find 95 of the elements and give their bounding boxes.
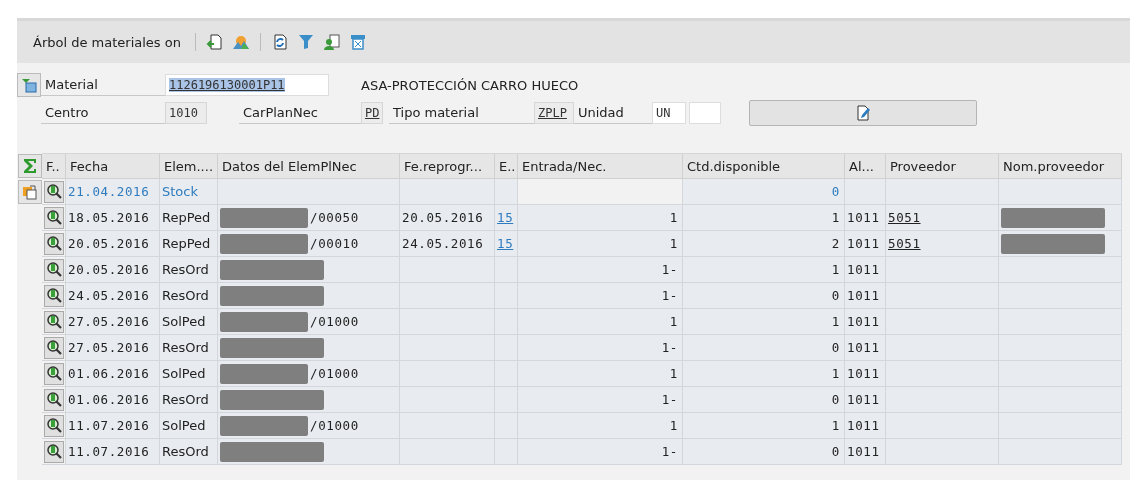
table-cell: 0 xyxy=(683,179,845,205)
material-description: ASA-PROTECCIÓN CARRO HUECO xyxy=(361,77,579,93)
table-cell: 20.05.2016 xyxy=(66,231,160,257)
table-cell: SolPed xyxy=(160,361,218,387)
material-type-field[interactable]: ZPLP xyxy=(534,102,574,124)
vendor-link[interactable]: 5051 xyxy=(888,210,921,225)
table-cell: 1 xyxy=(518,361,683,387)
vendor-link[interactable]: 5051 xyxy=(888,236,921,251)
table-cell: 1011 xyxy=(845,283,886,309)
toolbar-title: Árbol de materiales on xyxy=(33,34,181,50)
table-cell: 01.06.2016 xyxy=(66,387,160,413)
column-header[interactable]: E.. xyxy=(495,153,518,179)
table-cell: ResOrd xyxy=(160,387,218,413)
table-cell: 11.07.2016 xyxy=(66,439,160,465)
table-cell: 1 xyxy=(683,257,845,283)
table-cell: 1- xyxy=(518,387,683,413)
table-cell: 27.05.2016 xyxy=(66,309,160,335)
hierarchy-button[interactable] xyxy=(17,73,41,97)
table-cell: 0 xyxy=(683,387,845,413)
table-cell: 0 xyxy=(683,335,845,361)
table-cell: 1 xyxy=(683,361,845,387)
column-header[interactable]: Fecha xyxy=(66,153,160,179)
table-cell: 0 xyxy=(683,439,845,465)
table-cell xyxy=(845,179,886,205)
input-field[interactable] xyxy=(689,102,721,124)
table-cell: 1011 xyxy=(845,257,886,283)
item-number: /00010 xyxy=(310,236,359,251)
table-cell: 24.05.2016 xyxy=(66,283,160,309)
table-cell: 1- xyxy=(518,283,683,309)
column-header[interactable]: Datos del ElemPlNec xyxy=(218,153,400,179)
table-cell: ResOrd xyxy=(160,283,218,309)
mrp-type-field[interactable]: PD xyxy=(361,102,383,124)
clipboard-icon xyxy=(20,183,39,201)
column-header[interactable]: Entrada/Nec. xyxy=(518,153,683,179)
table-cell: 1 xyxy=(518,205,683,231)
table-cell: RepPed xyxy=(160,205,218,231)
table-cell: 1- xyxy=(518,257,683,283)
copy-button[interactable] xyxy=(17,180,42,204)
exception-link[interactable]: 15 xyxy=(497,210,514,225)
table-cell: SolPed xyxy=(160,413,218,439)
tree-icon xyxy=(20,76,38,94)
plant-field[interactable]: 1010 xyxy=(165,102,207,124)
item-number: /00050 xyxy=(310,210,359,225)
table-cell: 20.05.2016 xyxy=(66,257,160,283)
column-header[interactable]: Elem.... xyxy=(160,153,218,179)
table-cell: 1 xyxy=(683,205,845,231)
table-cell: 01.06.2016 xyxy=(66,361,160,387)
table-cell: 1011 xyxy=(845,387,886,413)
column-header[interactable]: Proveedor xyxy=(886,153,999,179)
table-cell: 21.04.2016 xyxy=(66,179,160,205)
item-number: /01000 xyxy=(310,314,359,329)
item-number: /01000 xyxy=(310,418,359,433)
table-cell: 1011 xyxy=(845,439,886,465)
material-field[interactable]: 1126196130001P11 xyxy=(165,74,329,96)
filter-icon[interactable] xyxy=(296,33,315,51)
column-header[interactable]: Nom.proveedor xyxy=(999,153,1122,179)
table-cell: SolPed xyxy=(160,309,218,335)
table-cell: 18.05.2016 xyxy=(66,205,160,231)
exception-link[interactable]: 15 xyxy=(497,236,514,251)
table-cell: 20.05.2016 xyxy=(400,205,495,231)
table-cell: 1 xyxy=(518,231,683,257)
user-list-icon[interactable] xyxy=(322,33,341,51)
table-cell: Stock xyxy=(160,179,218,205)
table-cell: 1011 xyxy=(845,413,886,439)
landscape-icon[interactable] xyxy=(231,33,250,51)
table-cell: 27.05.2016 xyxy=(66,335,160,361)
table-cell: ResOrd xyxy=(160,335,218,361)
edit-icon xyxy=(854,104,872,122)
table-cell: 1011 xyxy=(845,335,886,361)
table-cell: 1011 xyxy=(845,361,886,387)
table-cell xyxy=(495,439,518,465)
column-header[interactable]: Ctd.disponible xyxy=(683,153,845,179)
document-arrow-icon[interactable] xyxy=(205,33,224,51)
layout-icon[interactable] xyxy=(348,33,367,51)
table-cell: 1 xyxy=(683,413,845,439)
unit-field[interactable]: UN xyxy=(652,102,686,124)
table-cell: 2 xyxy=(683,231,845,257)
item-number: /01000 xyxy=(310,366,359,381)
table-cell: ResOrd xyxy=(160,257,218,283)
column-header[interactable]: F.. xyxy=(42,153,66,179)
table-cell: 1 xyxy=(683,309,845,335)
table-cell: 1011 xyxy=(845,309,886,335)
table-cell: 1 xyxy=(518,413,683,439)
table-cell: ResOrd xyxy=(160,439,218,465)
table-cell: 1- xyxy=(518,335,683,361)
table-cell: 24.05.2016 xyxy=(400,231,495,257)
table-cell: 1- xyxy=(518,439,683,465)
table-cell: 0 xyxy=(683,283,845,309)
table-cell: RepPed xyxy=(160,231,218,257)
column-header[interactable]: Al... xyxy=(845,153,886,179)
column-header[interactable]: Fe.reprogr... xyxy=(400,153,495,179)
table-cell: 1011 xyxy=(845,205,886,231)
table-cell: 1011 xyxy=(845,231,886,257)
table-cell: 1 xyxy=(518,309,683,335)
table-cell: 11.07.2016 xyxy=(66,413,160,439)
